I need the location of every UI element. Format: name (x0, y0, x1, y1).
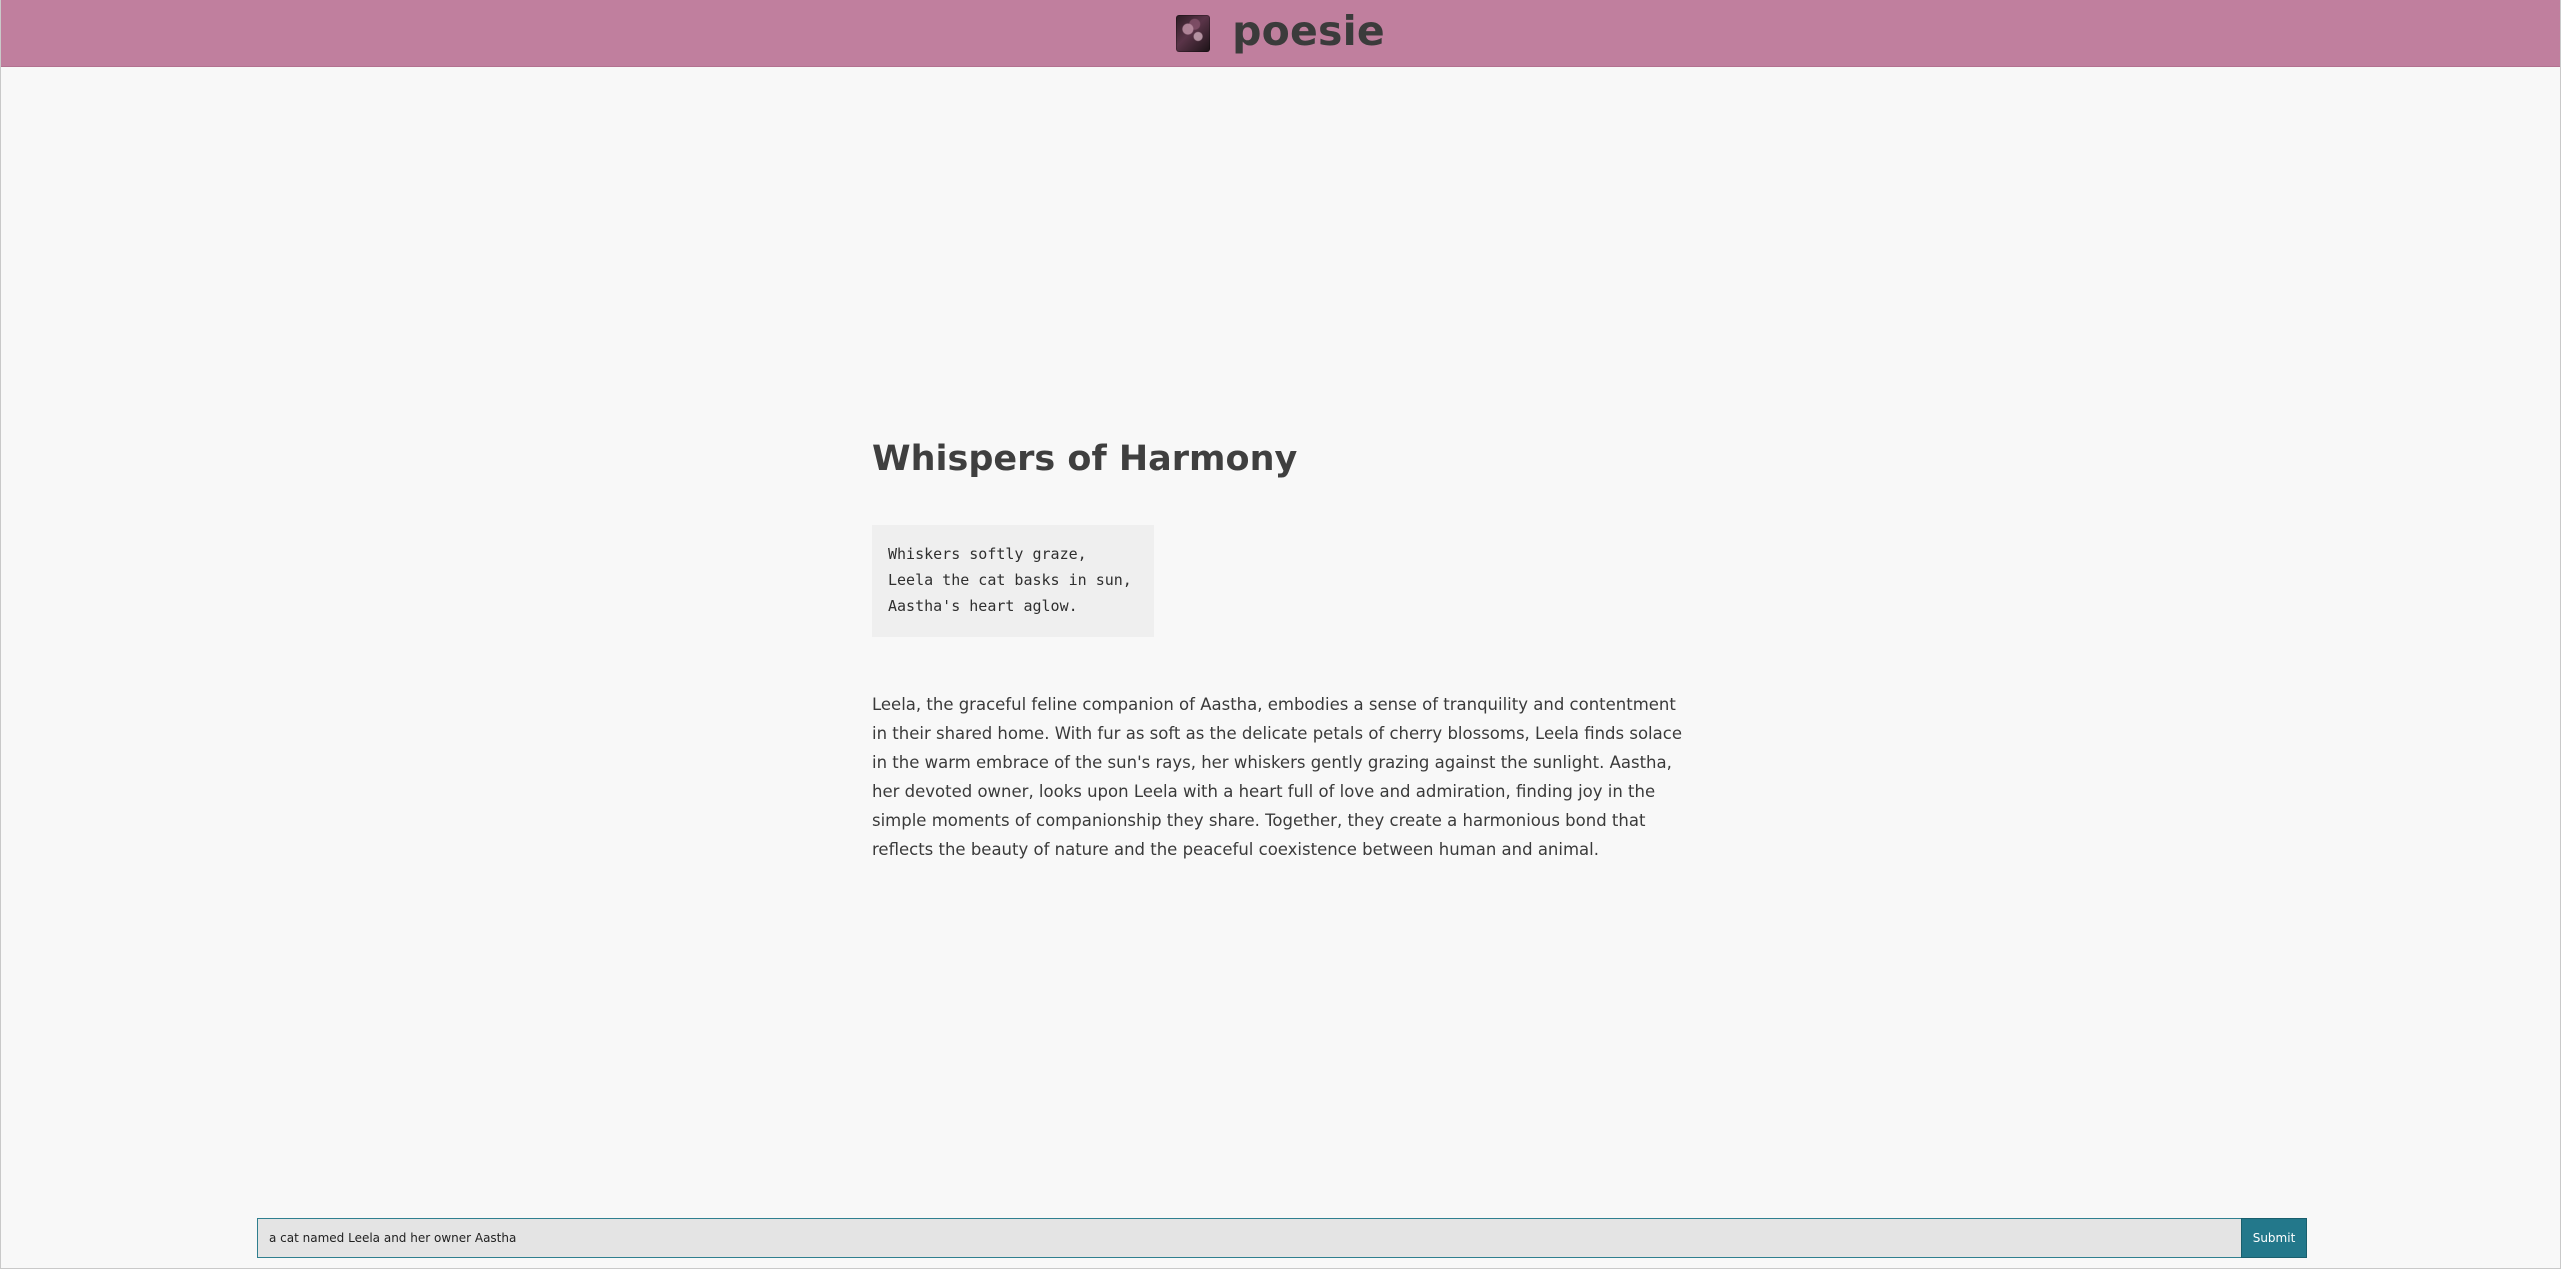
poesie-logo-icon (1176, 14, 1211, 52)
poem-line: Whiskers softly graze, (888, 545, 1087, 563)
brand: poesie (1176, 10, 1385, 52)
prompt-form: Submit (257, 1218, 2307, 1258)
poem-description: Leela, the graceful feline companion of … (872, 695, 1682, 859)
poem-title: Whispers of Harmony (872, 439, 1298, 479)
poem-content: Whispers of Harmony Whiskers softly graz… (872, 435, 1688, 864)
poem-line: Leela the cat basks in sun, (888, 571, 1132, 589)
poem-line: Aastha's heart aglow. (888, 597, 1078, 615)
poem-code-block: Whiskers softly graze, Leela the cat bas… (872, 525, 1154, 637)
app-header: poesie (1, 0, 2560, 67)
app-name: poesie (1232, 6, 1385, 55)
prompt-input[interactable] (257, 1218, 2241, 1258)
submit-button[interactable]: Submit (2241, 1218, 2307, 1258)
app-page: poesie Whispers of Harmony Whiskers soft… (0, 0, 2561, 1269)
